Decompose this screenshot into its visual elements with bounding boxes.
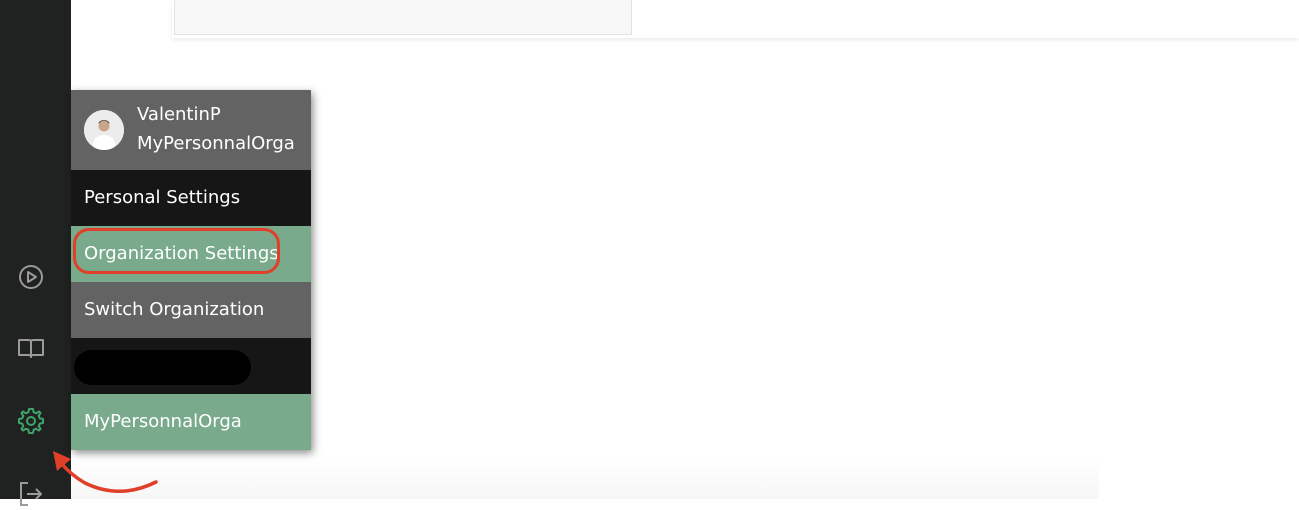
pointer-arrow-icon [53,451,158,493]
content-card [174,0,632,35]
redaction-block [74,350,251,385]
personal-settings-item[interactable]: Personal Settings [71,170,311,226]
highlight-circle [73,228,280,274]
book-icon[interactable] [15,332,47,364]
logout-icon[interactable] [15,478,47,510]
gear-icon[interactable] [15,405,47,437]
redacted-organization-item[interactable] [71,338,311,394]
username: ValentinP [137,104,221,125]
switch-organization-item[interactable]: Switch Organization [71,282,311,338]
sidebar [0,0,71,506]
current-organization: MyPersonnalOrga [137,133,295,154]
play-circle-icon[interactable] [15,261,47,293]
content-shadow [71,459,1099,499]
organization-item-mypersonnalorga[interactable]: MyPersonnalOrga [71,394,311,450]
avatar [84,110,124,150]
user-profile-header: ValentinP MyPersonnalOrga [71,90,311,170]
